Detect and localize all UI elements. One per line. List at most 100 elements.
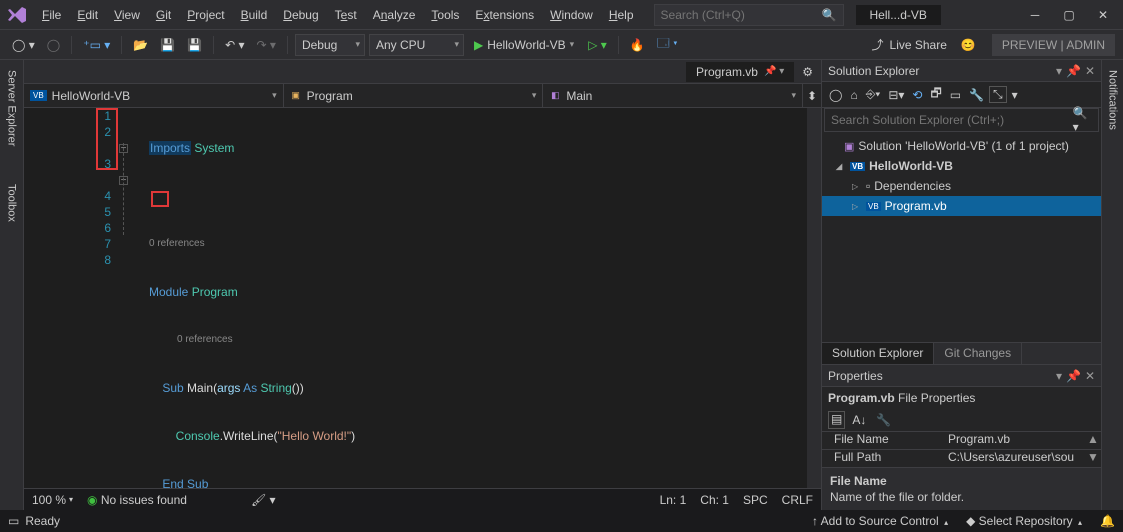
- home-icon[interactable]: ⌂: [847, 86, 860, 104]
- expand-icon[interactable]: ▷: [852, 182, 862, 191]
- properties-icon[interactable]: 🔧: [966, 86, 987, 104]
- breadcrumb-method[interactable]: ◧ Main: [543, 84, 803, 107]
- spc-status[interactable]: SPC: [743, 493, 768, 507]
- feedback-button[interactable]: 😊: [957, 36, 980, 54]
- switch-views-icon[interactable]: ⎆▾: [863, 85, 884, 104]
- toolbox-tab[interactable]: Toolbox: [4, 180, 20, 226]
- close-button[interactable]: ✕: [1087, 3, 1119, 27]
- solution-chip[interactable]: Hell...d-VB: [856, 5, 941, 25]
- bell-icon[interactable]: 🔔: [1100, 514, 1115, 528]
- breadcrumb-row: VB HelloWorld-VB ▣ Program ◧ Main ⬍: [24, 84, 821, 108]
- expand-icon[interactable]: ◢: [836, 162, 846, 171]
- codelens[interactable]: 0 references: [149, 332, 807, 348]
- collapse-up-icon[interactable]: ▲: [1085, 432, 1101, 449]
- more-icon[interactable]: ▾: [1009, 86, 1021, 104]
- ln-status[interactable]: Ln: 1: [660, 493, 687, 507]
- select-repo-button[interactable]: ◆ Select Repository ▴: [966, 514, 1082, 528]
- window-menu-icon[interactable]: ▾: [1056, 64, 1062, 78]
- new-item-button[interactable]: ⁺▭ ▾: [79, 36, 114, 54]
- crlf-status[interactable]: CRLF: [782, 493, 813, 507]
- hot-reload-button[interactable]: 🔥: [626, 36, 649, 54]
- code-area[interactable]: 1 2 3 4 5 6 7 8 💡 − − Imports System: [24, 108, 821, 488]
- pin-icon[interactable]: 📌: [1066, 369, 1081, 383]
- menu-help[interactable]: Help: [601, 4, 642, 26]
- global-search[interactable]: 🔍: [654, 4, 844, 26]
- show-all-icon[interactable]: ▭: [947, 86, 964, 104]
- close-icon[interactable]: ✕: [1085, 64, 1095, 78]
- solution-search[interactable]: 🔍▾: [824, 108, 1099, 132]
- add-source-control-button[interactable]: ↑ Add to Source Control ▴: [812, 514, 948, 528]
- ch-status[interactable]: Ch: 1: [700, 493, 729, 507]
- platform-dropdown[interactable]: Any CPU: [369, 34, 464, 56]
- zoom-dropdown[interactable]: 100 % ▾: [32, 493, 73, 507]
- menu-build[interactable]: Build: [233, 4, 276, 26]
- window-menu-icon[interactable]: ▾: [1056, 369, 1062, 383]
- redo-button[interactable]: ↷ ▾: [253, 36, 280, 54]
- tab-solution-explorer[interactable]: Solution Explorer: [822, 343, 934, 364]
- breadcrumb-project[interactable]: VB HelloWorld-VB: [24, 84, 284, 107]
- prop-row[interactable]: File Name Program.vb ▲: [822, 432, 1101, 450]
- tab-git-changes[interactable]: Git Changes: [934, 343, 1022, 364]
- pin-icon[interactable]: 📌 ▾: [764, 66, 784, 77]
- pin-icon[interactable]: 📌: [1066, 64, 1081, 78]
- prop-value[interactable]: Program.vb: [942, 432, 1085, 449]
- breadcrumb-class[interactable]: ▣ Program: [284, 84, 544, 107]
- menu-tools[interactable]: Tools: [423, 4, 467, 26]
- editor-tab-program[interactable]: Program.vb 📌 ▾: [686, 62, 794, 82]
- nav-fwd-button[interactable]: ◯: [43, 36, 64, 54]
- minimize-button[interactable]: ─: [1019, 3, 1051, 27]
- menu-debug[interactable]: Debug: [275, 4, 326, 26]
- preview-admin-button[interactable]: PREVIEW | ADMIN: [992, 34, 1115, 56]
- tree-file-program[interactable]: ▷ VB Program.vb: [822, 196, 1101, 216]
- gear-icon[interactable]: ⚙: [798, 63, 817, 81]
- menu-project[interactable]: Project: [179, 4, 232, 26]
- server-explorer-tab[interactable]: Server Explorer: [4, 66, 20, 150]
- tree-solution-root[interactable]: ▣ Solution 'HelloWorld-VB' (1 of 1 proje…: [822, 136, 1101, 156]
- code-text[interactable]: Imports System 0 references Module Progr…: [149, 108, 807, 488]
- refresh-icon[interactable]: 🗗: [927, 82, 944, 107]
- solution-search-input[interactable]: [831, 113, 1073, 127]
- save-all-button[interactable]: 💾: [183, 36, 206, 54]
- run-button[interactable]: ▶ HelloWorld-VB ▾: [468, 36, 580, 54]
- browse-button[interactable]: 🗔 ▾: [653, 32, 682, 57]
- global-search-input[interactable]: [661, 8, 822, 22]
- collapse-down-icon[interactable]: ▼: [1085, 450, 1101, 467]
- save-button[interactable]: 💾: [156, 36, 179, 54]
- menu-analyze[interactable]: Analyze: [365, 4, 424, 26]
- brush-icon[interactable]: 🖌 ▾: [251, 493, 276, 507]
- split-view-button[interactable]: ⬍: [803, 84, 821, 107]
- output-icon[interactable]: ▭: [8, 514, 19, 528]
- codelens[interactable]: 0 references: [149, 236, 807, 252]
- run-no-debug-button[interactable]: ▷ ▾: [584, 36, 611, 54]
- notifications-tab[interactable]: Notifications: [1107, 64, 1119, 130]
- back-icon[interactable]: ◯: [826, 86, 845, 104]
- menu-window[interactable]: Window: [542, 4, 601, 26]
- tree-dependencies[interactable]: ▷ ▫ Dependencies: [822, 176, 1101, 196]
- undo-button[interactable]: ↶ ▾: [221, 36, 248, 54]
- vb-project-icon: VB: [850, 162, 865, 171]
- open-button[interactable]: 📂: [129, 36, 152, 54]
- menu-test[interactable]: Test: [327, 4, 365, 26]
- filter-icon[interactable]: ⊟▾: [885, 86, 907, 104]
- preview-icon[interactable]: ⤡: [989, 86, 1007, 103]
- prop-value[interactable]: C:\Users\azureuser\sou: [942, 450, 1085, 467]
- categorized-icon[interactable]: ▤: [828, 411, 845, 429]
- scrollbar[interactable]: [807, 108, 821, 488]
- menu-view[interactable]: View: [106, 4, 148, 26]
- live-share-button[interactable]: ⤴ Live Share: [866, 34, 953, 55]
- config-dropdown[interactable]: Debug: [295, 34, 365, 56]
- alpha-sort-icon[interactable]: A↓: [849, 411, 869, 429]
- menu-extensions[interactable]: Extensions: [467, 4, 542, 26]
- menu-edit[interactable]: Edit: [69, 4, 106, 26]
- prop-row[interactable]: Full Path C:\Users\azureuser\sou ▼: [822, 450, 1101, 468]
- menu-file[interactable]: File: [34, 4, 69, 26]
- issues-status[interactable]: ◉ No issues found: [87, 493, 187, 507]
- close-icon[interactable]: ✕: [1085, 369, 1095, 383]
- menu-git[interactable]: Git: [148, 4, 179, 26]
- expand-icon[interactable]: ▷: [852, 202, 862, 211]
- nav-back-button[interactable]: ◯ ▾: [8, 36, 39, 54]
- props-pages-icon[interactable]: 🔧: [873, 411, 894, 429]
- tree-project[interactable]: ◢ VB HelloWorld-VB: [822, 156, 1101, 176]
- maximize-button[interactable]: ▢: [1053, 3, 1085, 27]
- sync-icon[interactable]: ⟲: [909, 86, 925, 104]
